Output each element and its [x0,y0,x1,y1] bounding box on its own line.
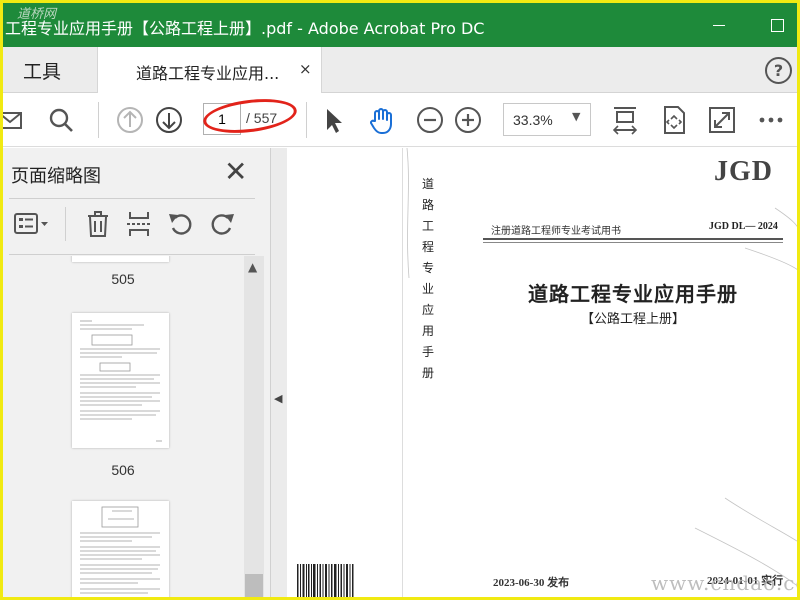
help-icon[interactable]: ? [765,57,792,84]
publish-date: 2023-06-30 发布 [493,577,570,589]
minimize-icon[interactable] [707,13,731,37]
document-subtitle: 【公路工程上册】 [580,312,685,327]
tab-document-label: 道路工程专业应用... [136,64,280,83]
thumbnail-panel: 页面缩略图 ✕ 505 506 ▲ [3,148,271,597]
zoom-out-icon[interactable] [414,104,446,136]
chevron-down-icon: ▼ [572,110,581,123]
standard-code: JGD DL— 2024 [709,221,778,232]
page-number-field[interactable] [204,104,240,134]
spine-title: 道路工程专业应用手册 [421,177,434,380]
panel-title: 页面缩略图 [11,166,101,187]
header-rule [483,242,783,243]
page-down-icon[interactable] [153,104,185,136]
delete-icon[interactable] [83,209,113,239]
toolbar-divider [98,102,99,138]
series-label: 注册道路工程师专业考试用书 [491,226,621,237]
panel-close-icon[interactable]: ✕ [224,158,247,186]
tab-close-icon[interactable]: × [299,60,312,78]
site-watermark: www.cndao.com [651,571,797,595]
footer-rule [483,598,783,599]
toolbar: / 557 33.3% ▼ [3,94,797,147]
toolbar-divider [306,102,307,138]
panel-divider [9,198,255,199]
insert-page-icon[interactable] [124,209,154,239]
scrollbar-thumb[interactable] [245,574,263,597]
watermark-logo: 道桥网 [17,7,57,22]
mail-icon[interactable] [3,104,27,136]
fit-page-icon[interactable] [658,104,690,136]
hand-tool-icon[interactable] [366,104,398,136]
collapse-arrow-icon[interactable]: ◀ [274,392,282,405]
search-icon[interactable] [45,104,77,136]
rotate-right-icon[interactable] [207,209,237,239]
title-bar: 工程专业应用手册【公路工程上册】.pdf - Adobe Acrobat Pro… [3,3,797,47]
options-menu-icon[interactable] [13,209,51,239]
page-total: / 557 [246,110,278,126]
maximize-icon[interactable] [765,13,789,37]
panel-tool-divider [65,207,66,241]
more-icon[interactable] [755,104,787,136]
thumbnail-list: 505 506 [3,256,243,597]
zoom-in-icon[interactable] [452,104,484,136]
tab-tools-label: 工具 [23,61,62,83]
app-window: 工程专业应用手册【公路工程上册】.pdf - Adobe Acrobat Pro… [0,0,800,600]
thumbnail-page[interactable] [72,256,169,262]
document-view[interactable]: 道路工程专业应用手册 JGD 注册道路工程师专业考试用书 JGD DL— 202… [287,148,797,599]
page-number-input[interactable] [203,103,241,135]
fit-width-icon[interactable] [609,104,641,136]
document-title: 道路工程专业应用手册 [528,282,738,306]
scroll-up-icon[interactable]: ▲ [248,260,257,274]
panel-divider [9,254,255,255]
tab-tools[interactable]: 工具 [3,47,97,92]
thumbnail-scrollbar[interactable]: ▲ [244,256,264,597]
thumbnail-page[interactable] [72,313,169,448]
panel-collapse-strip[interactable]: ◀ [271,148,287,597]
barcode-image [297,564,354,597]
page-up-icon[interactable] [114,104,146,136]
standard-logo: JGD [714,156,773,187]
panel-toolbar [3,205,271,245]
thumbnail-page[interactable] [72,501,169,597]
select-cursor-icon[interactable] [317,104,349,136]
header-rule [483,238,783,240]
window-title: 工程专业应用手册【公路工程上册】.pdf - Adobe Acrobat Pro… [5,19,485,38]
tab-document[interactable]: 道路工程专业应用... × [97,47,322,93]
rotate-left-icon[interactable] [166,209,196,239]
decorative-lines [406,148,797,587]
zoom-select[interactable]: 33.3% ▼ [503,103,591,136]
fullscreen-icon[interactable] [706,104,738,136]
spine-edge [402,148,403,597]
zoom-value: 33.3% [513,112,553,128]
thumbnail-label: 506 [111,462,135,478]
thumbnail-label: 505 [111,271,135,287]
tab-bar: 工具 道路工程专业应用... × ? [3,47,797,93]
